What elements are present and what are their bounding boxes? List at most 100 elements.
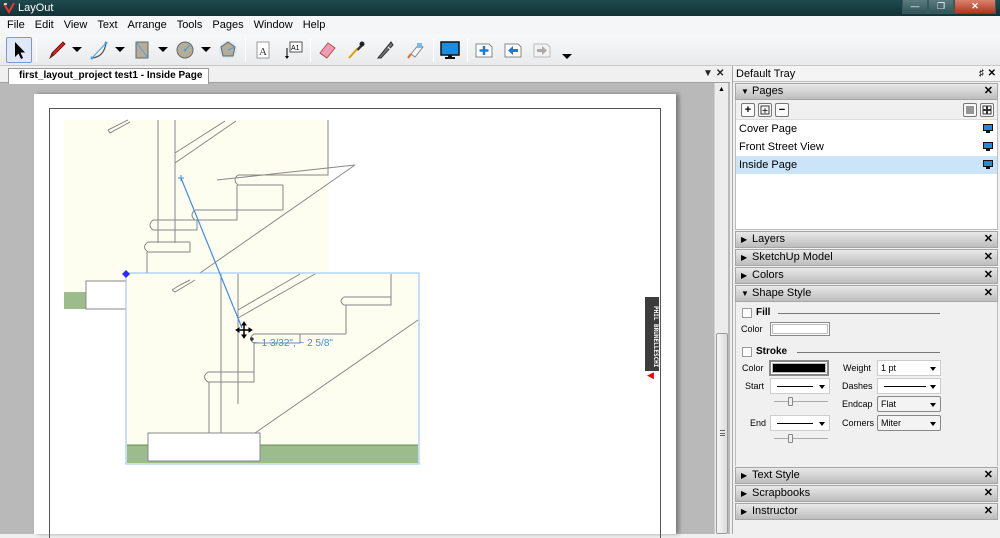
polygon-tool-button[interactable] bbox=[215, 37, 241, 63]
arrow-pointer-icon bbox=[15, 42, 25, 59]
vertical-scrollbar[interactable]: ▲ bbox=[714, 83, 728, 534]
eraser-tool-button[interactable] bbox=[314, 37, 340, 63]
minimize-button[interactable]: — bbox=[902, 0, 928, 14]
close-button[interactable]: ✕ bbox=[954, 0, 996, 14]
page-list-item[interactable]: Cover Page bbox=[736, 120, 997, 138]
start-size-slider[interactable] bbox=[774, 397, 828, 406]
end-arrow-select[interactable] bbox=[770, 415, 830, 431]
polygon-icon bbox=[219, 41, 237, 59]
menu-tools[interactable]: Tools bbox=[172, 16, 208, 34]
menu-text[interactable]: Text bbox=[92, 16, 122, 34]
start-arrow-select[interactable] bbox=[770, 378, 830, 394]
panel-close-icon[interactable]: ✕ bbox=[984, 84, 993, 99]
split-tool-button[interactable] bbox=[372, 37, 398, 63]
menu-pages[interactable]: Pages bbox=[207, 16, 248, 34]
scroll-up-arrow[interactable]: ▲ bbox=[718, 86, 725, 93]
stroke-checkbox[interactable] bbox=[742, 347, 752, 357]
document-tab[interactable]: first_layout_project test1 - Inside Page bbox=[8, 68, 210, 84]
next-page-button[interactable] bbox=[529, 37, 555, 63]
page-name: Front Street View bbox=[739, 141, 824, 153]
corners-label: Corners bbox=[842, 418, 875, 428]
thumbnail-view-button[interactable] bbox=[980, 103, 994, 117]
add-page-button[interactable] bbox=[471, 37, 497, 63]
join-tool-button[interactable] bbox=[402, 37, 428, 63]
duplicate-page-button[interactable] bbox=[758, 103, 772, 117]
panel-header-shape-style[interactable]: ▼ Shape Style ✕ bbox=[735, 285, 998, 302]
menu-view[interactable]: View bbox=[59, 16, 93, 34]
arc-tool-button[interactable] bbox=[86, 37, 112, 63]
rectangle-tool-button[interactable] bbox=[129, 37, 155, 63]
add-page-small-button[interactable]: + bbox=[741, 103, 755, 117]
style-tool-button[interactable] bbox=[343, 37, 369, 63]
pin-icon[interactable]: ♯ bbox=[979, 66, 984, 82]
panel-close-icon[interactable]: ✕ bbox=[984, 250, 993, 265]
corners-select[interactable]: Miter bbox=[877, 415, 941, 431]
circle-tool-dropdown[interactable] bbox=[201, 47, 211, 52]
text-tool-button[interactable]: A bbox=[250, 37, 276, 63]
label-icon: A1 bbox=[285, 41, 303, 59]
presentation-monitor-icon[interactable] bbox=[983, 142, 993, 151]
panel-header-scrapbooks[interactable]: ▶ Scrapbooks ✕ bbox=[735, 485, 998, 502]
menu-window[interactable]: Window bbox=[249, 16, 298, 34]
fill-divider bbox=[778, 313, 940, 314]
menu-arrange[interactable]: Arrange bbox=[123, 16, 172, 34]
tab-close-icon[interactable]: ✕ bbox=[716, 68, 724, 79]
arc-icon bbox=[90, 41, 108, 60]
weight-select[interactable]: 1 pt bbox=[877, 360, 941, 376]
restore-button[interactable]: ❐ bbox=[928, 0, 954, 14]
end-size-slider[interactable] bbox=[774, 434, 828, 443]
menu-edit[interactable]: Edit bbox=[30, 16, 59, 34]
select-tool-button[interactable] bbox=[6, 37, 32, 63]
toolbar-overflow-dropdown[interactable] bbox=[562, 54, 572, 59]
fill-color-swatch[interactable] bbox=[770, 322, 830, 336]
fill-checkbox[interactable] bbox=[742, 308, 752, 318]
list-view-button[interactable] bbox=[963, 103, 977, 117]
presentation-button[interactable] bbox=[437, 37, 463, 63]
line-tool-button[interactable] bbox=[44, 37, 70, 63]
menu-help[interactable]: Help bbox=[298, 16, 331, 34]
scrollbar-thumb[interactable] bbox=[716, 333, 728, 534]
shape-style-body: Fill Color Stroke Color Weight 1 pt Star… bbox=[735, 302, 998, 466]
panel-header-sketchup-model[interactable]: ▶ SketchUp Model ✕ bbox=[735, 249, 998, 266]
panel-header-pages[interactable]: ▼ Pages ✕ bbox=[735, 83, 998, 100]
panel-header-text-style[interactable]: ▶ Text Style ✕ bbox=[735, 467, 998, 484]
panel-close-icon[interactable]: ✕ bbox=[984, 468, 993, 483]
page-list-item[interactable]: Front Street View bbox=[736, 138, 997, 156]
presentation-monitor-icon[interactable] bbox=[983, 124, 993, 133]
rectangle-tool-dropdown[interactable] bbox=[158, 47, 168, 52]
panel-close-icon[interactable]: ✕ bbox=[984, 268, 993, 283]
list-view-icon bbox=[966, 106, 974, 114]
tray-close-icon[interactable]: ✕ bbox=[988, 66, 996, 82]
page-list-item[interactable]: Inside Page bbox=[736, 156, 997, 174]
panel-header-colors[interactable]: ▶ Colors ✕ bbox=[735, 267, 998, 284]
document-area: first_layout_project test1 - Inside Page… bbox=[0, 66, 730, 538]
text-icon: A bbox=[256, 41, 270, 59]
collapsed-triangle-icon: ▶ bbox=[741, 253, 748, 262]
stroke-color-swatch[interactable] bbox=[769, 360, 829, 376]
tab-menu-icon[interactable]: ▼ bbox=[703, 68, 713, 79]
panel-close-icon[interactable]: ✕ bbox=[984, 504, 993, 519]
split-icon bbox=[376, 41, 394, 59]
window-title: LayOut bbox=[18, 2, 54, 14]
panel-header-instructor[interactable]: ▶ Instructor ✕ bbox=[735, 503, 998, 520]
label-tool-button[interactable]: A1 bbox=[280, 37, 306, 63]
endcap-select[interactable]: Flat bbox=[877, 396, 941, 412]
presentation-monitor-icon[interactable] bbox=[983, 160, 993, 169]
duplicate-page-icon bbox=[760, 105, 770, 115]
dashes-select[interactable] bbox=[877, 378, 941, 394]
panel-close-icon[interactable]: ✕ bbox=[984, 286, 993, 301]
panel-close-icon[interactable]: ✕ bbox=[984, 486, 993, 501]
arc-tool-dropdown[interactable] bbox=[115, 47, 125, 52]
circle-tool-button[interactable] bbox=[172, 37, 198, 63]
panel-title: Layers bbox=[752, 233, 786, 245]
previous-page-button[interactable] bbox=[500, 37, 526, 63]
delete-page-button[interactable]: − bbox=[775, 103, 789, 117]
menu-file[interactable]: File bbox=[2, 16, 30, 34]
layout-page[interactable] bbox=[34, 94, 676, 538]
collapsed-triangle-icon: ▶ bbox=[741, 489, 748, 498]
panel-close-icon[interactable]: ✕ bbox=[984, 232, 993, 247]
circle-icon bbox=[176, 41, 194, 59]
panel-header-layers[interactable]: ▶ Layers ✕ bbox=[735, 231, 998, 248]
title-block-label[interactable]: PHIL BRUNELLESCHI bbox=[645, 297, 659, 371]
line-tool-dropdown[interactable] bbox=[72, 47, 82, 52]
